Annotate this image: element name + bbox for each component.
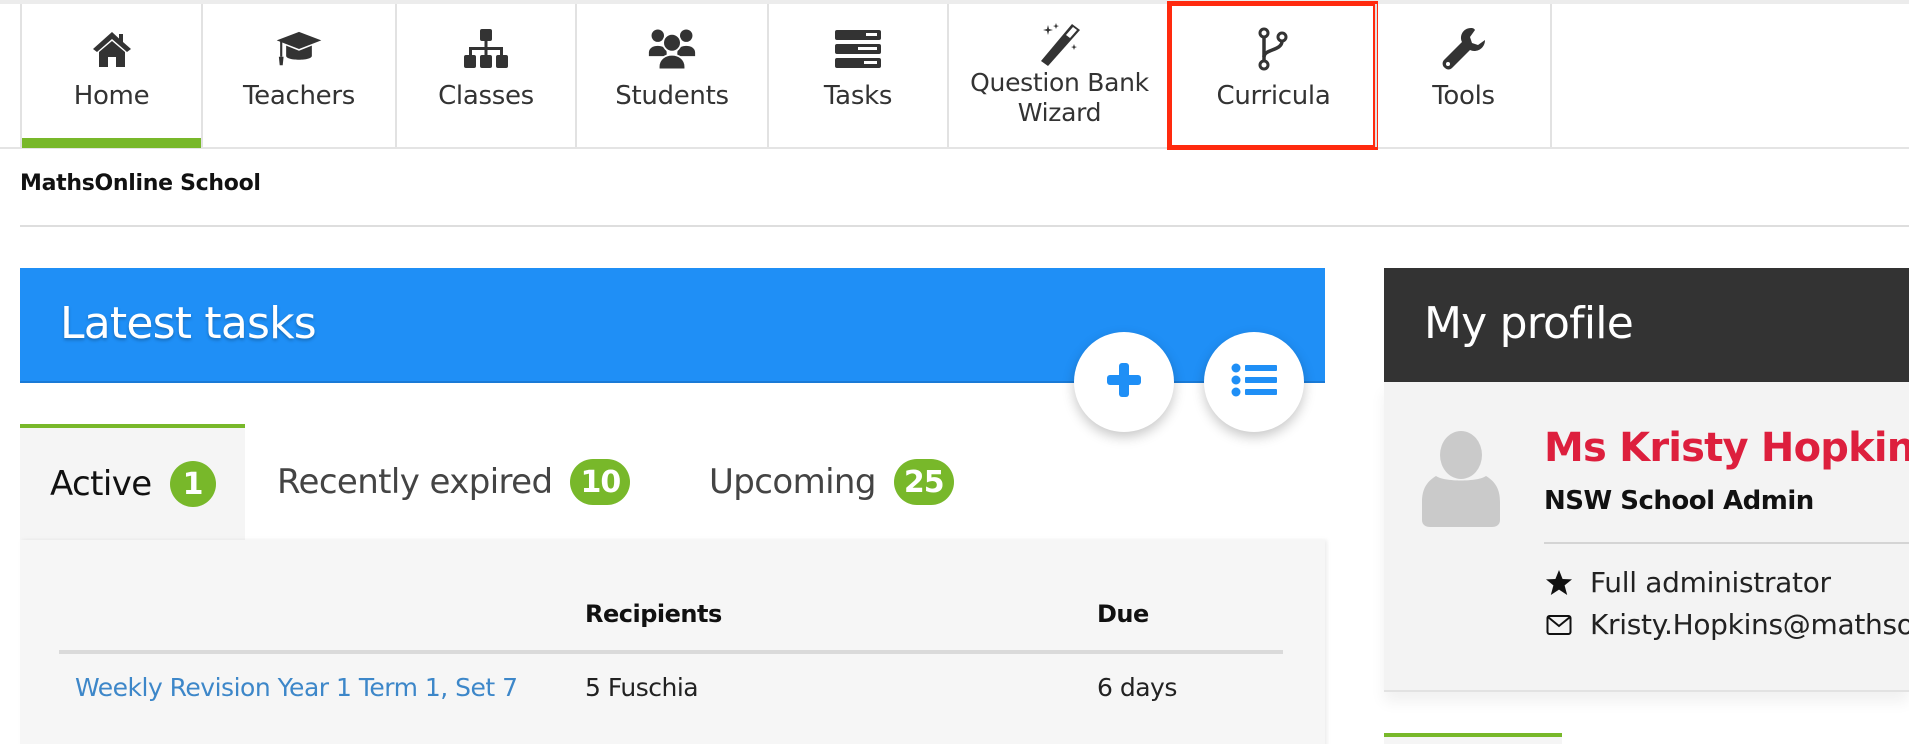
nav-tab-question-bank-wizard[interactable]: Question Bank Wizard <box>947 4 1170 147</box>
profile-role: NSW School Admin <box>1544 486 1814 516</box>
magic-wand-icon <box>1036 22 1084 68</box>
profile-divider <box>1544 542 1909 544</box>
nav-tab-students[interactable]: Students <box>575 4 767 147</box>
nav-tab-label: Classes <box>438 81 534 111</box>
nav-tab-label-line2: Wizard <box>1017 98 1102 127</box>
tab-active[interactable]: Active 1 <box>20 424 245 540</box>
nav-tab-label: Tools <box>1432 81 1495 111</box>
graduation-cap-icon <box>275 26 323 72</box>
active-tab-indicator <box>22 138 201 148</box>
nav-tab-classes[interactable]: Classes <box>395 4 575 147</box>
nav-tab-label-line1: Question Bank <box>970 68 1149 97</box>
permission-item: Full administrator <box>1544 566 1831 599</box>
nav-divider <box>1550 4 1552 147</box>
plus-icon <box>1105 361 1143 403</box>
permission-text: Full administrator <box>1590 566 1831 599</box>
tab-label: Active <box>50 464 152 504</box>
wrench-icon <box>1440 26 1488 72</box>
nav-tab-label: Teachers <box>243 81 355 111</box>
count-badge: 25 <box>893 459 954 505</box>
profile-title: My profile <box>1424 298 1634 349</box>
nav-tab-tools[interactable]: Tools <box>1375 4 1550 147</box>
add-task-button[interactable] <box>1074 332 1174 432</box>
code-branch-icon <box>1250 26 1298 72</box>
column-header-due: Due <box>1097 600 1149 628</box>
nav-tab-label: Tasks <box>823 81 893 111</box>
nav-tab-label: Students <box>615 81 729 111</box>
nav-tab-tasks[interactable]: Tasks <box>767 4 947 147</box>
users-icon <box>648 26 696 72</box>
task-recipients: 5 Fuschia <box>585 673 699 702</box>
column-header-recipients: Recipients <box>585 600 722 628</box>
nav-tab-curricula[interactable]: Curricula <box>1167 1 1378 150</box>
tab-upcoming[interactable]: Upcoming 25 <box>667 424 997 540</box>
nav-tab-label: Curricula <box>1216 81 1331 111</box>
email-text[interactable]: Kristy.Hopkins@mathsonline.com.au <box>1590 608 1909 641</box>
avatar <box>1422 430 1500 528</box>
task-list-button[interactable] <box>1204 332 1304 432</box>
tab-label: Recently expired <box>277 462 553 502</box>
next-panel-tab <box>1384 737 1562 744</box>
tab-recently-expired[interactable]: Recently expired 10 <box>247 424 667 540</box>
tasks-table: Recipients Due Weekly Revision Year 1 Te… <box>20 540 1325 744</box>
profile-header: My profile <box>1384 268 1909 382</box>
task-due: 6 days <box>1097 673 1177 702</box>
profile-name: Ms Kristy Hopkins <box>1544 425 1909 471</box>
count-badge: 10 <box>570 459 631 505</box>
sitemap-icon <box>462 26 510 72</box>
list-icon <box>1231 363 1277 401</box>
table-header-divider <box>59 650 1283 654</box>
nav-tab-teachers[interactable]: Teachers <box>201 4 395 147</box>
nav-tab-label: Home <box>73 81 150 111</box>
task-name-link[interactable]: Weekly Revision Year 1 Term 1, Set 7 <box>75 673 518 702</box>
nav-tab-label: Question Bank Wizard <box>970 68 1149 128</box>
profile-body: Ms Kristy Hopkins NSW School Admin Full … <box>1384 382 1909 692</box>
star-icon <box>1544 568 1574 598</box>
envelope-icon <box>1544 610 1574 640</box>
main-nav: Home Teachers Classes Students Tasks Que… <box>0 1 1909 150</box>
home-icon <box>88 26 136 72</box>
latest-tasks-title: Latest tasks <box>60 298 317 349</box>
school-name: MathsOnline School <box>20 171 261 196</box>
tab-label: Upcoming <box>709 462 876 502</box>
section-divider <box>20 225 1909 227</box>
nav-tab-home[interactable]: Home <box>20 4 201 148</box>
count-badge: 1 <box>169 461 216 507</box>
tasks-icon <box>834 26 882 72</box>
email-item: Kristy.Hopkins@mathsonline.com.au <box>1544 608 1909 641</box>
